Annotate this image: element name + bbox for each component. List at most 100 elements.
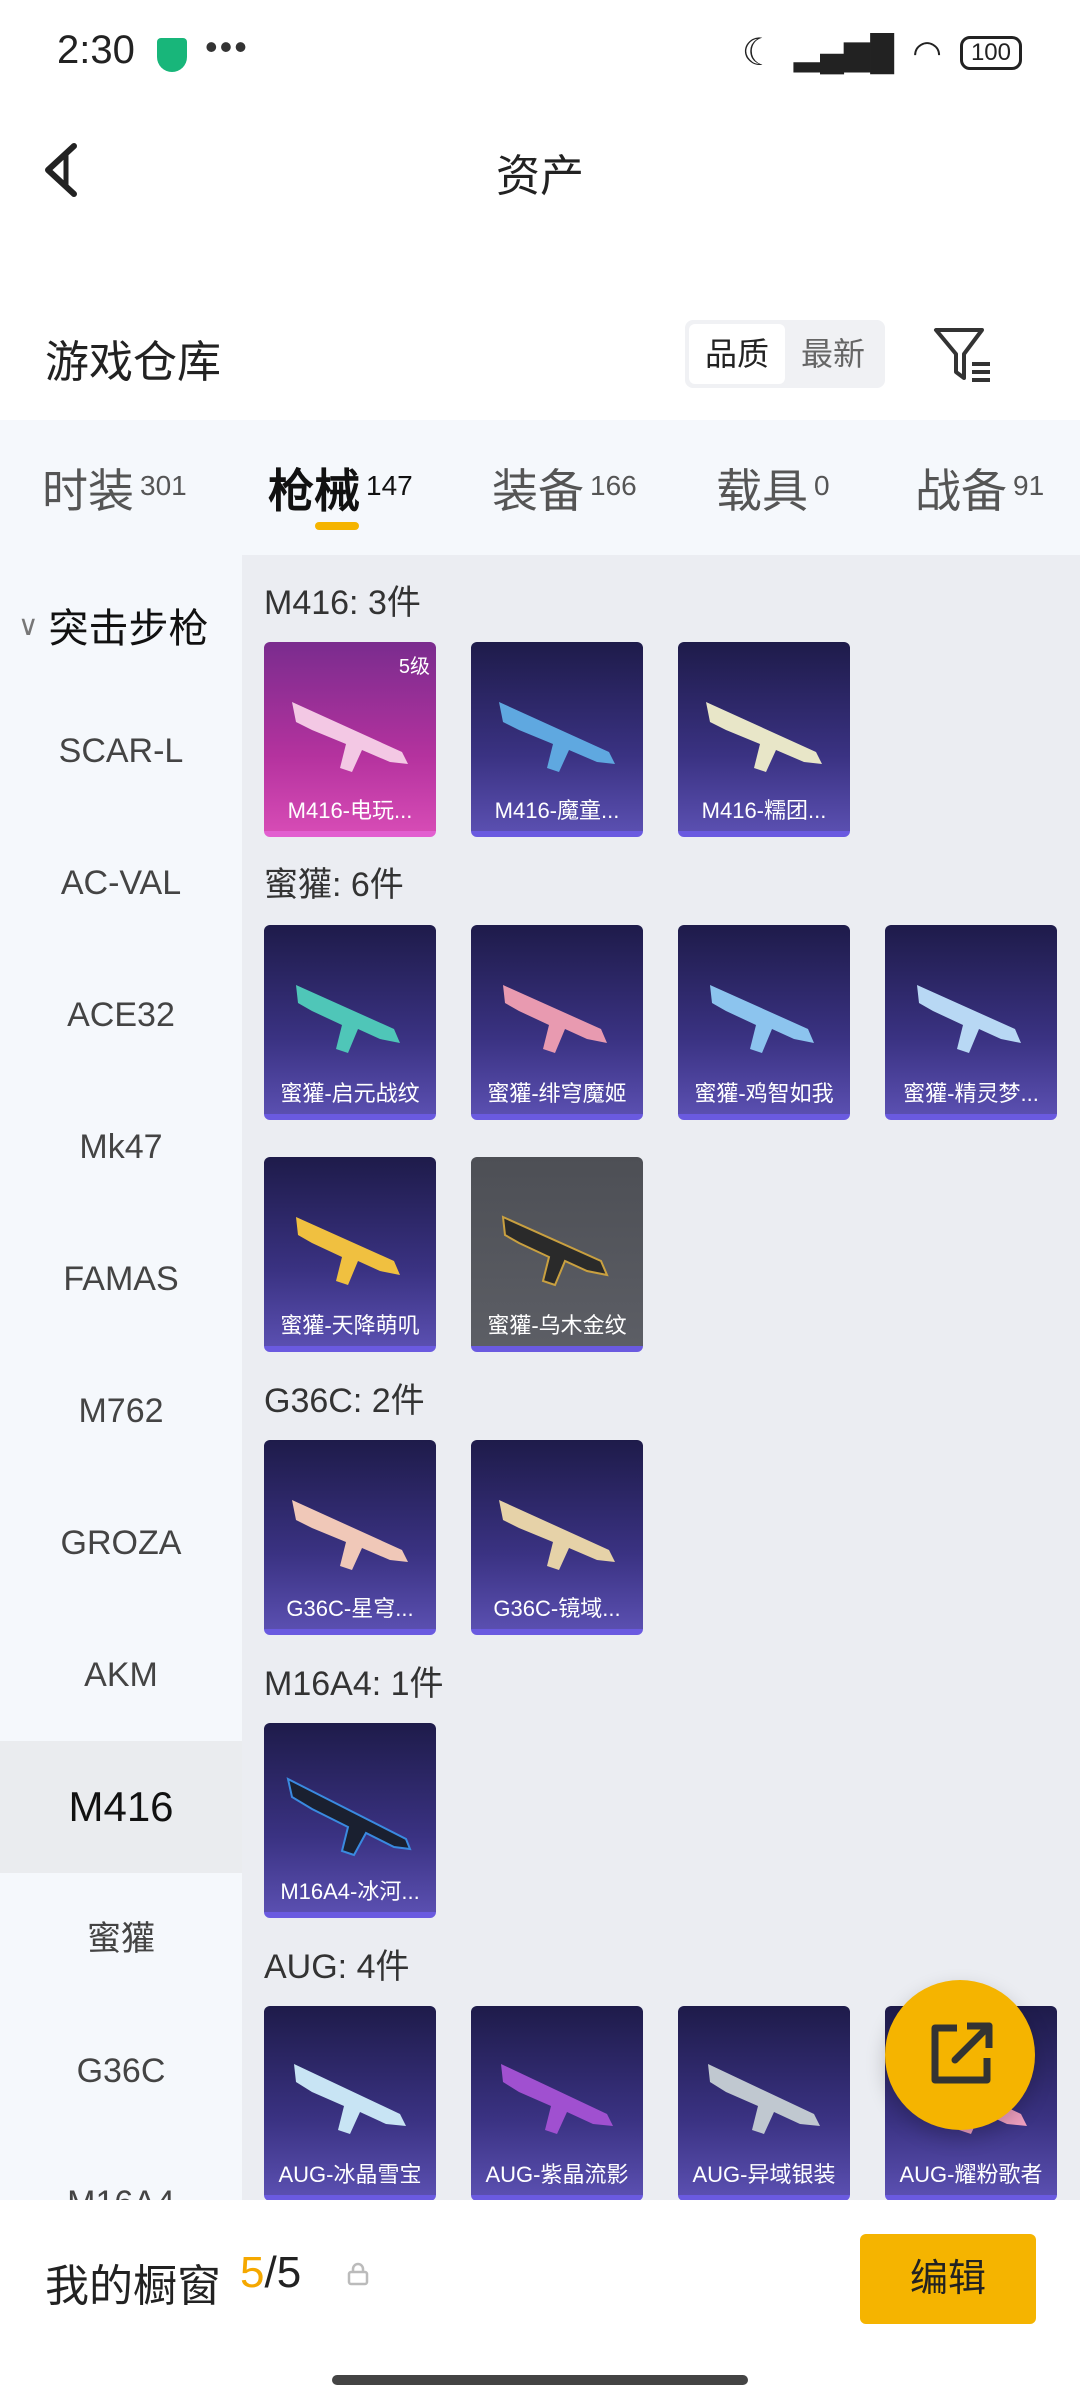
moon-icon: ☾ <box>741 32 776 74</box>
card-label: AUG-异域银装 <box>692 2162 836 2187</box>
sidebar-item-m416[interactable]: M416 <box>0 1741 242 1873</box>
card-label: 蜜獾-启元战纹 <box>280 1081 420 1106</box>
weapon-card[interactable]: AUG-异域银装 <box>678 2006 850 2200</box>
signal-icon: ▂▄▆█ <box>793 33 895 72</box>
tab-label: 载具 <box>716 465 808 517</box>
app-header: 资产 <box>0 100 1080 240</box>
status-bar: 2:30 ••• ☾ ▂▄▆█ ◠ 100 <box>0 0 1080 100</box>
card-label: AUG-冰晶雪宝 <box>278 2162 422 2187</box>
sidebar-item-m762[interactable]: M762 <box>0 1345 242 1477</box>
card-label: M416-电玩... <box>287 798 413 823</box>
weapon-card[interactable]: M416-糯团... <box>678 642 850 837</box>
tab-equipment[interactable]: 装备 166 <box>492 455 637 521</box>
rifle-icon <box>501 1215 609 1287</box>
showcase-count: 5/5 <box>240 2248 301 2298</box>
card-label: M416-糯团... <box>701 798 827 823</box>
sidebar-item-scar-l[interactable]: SCAR-L <box>0 685 242 817</box>
tab-label: 时装 <box>42 465 134 517</box>
tab-count: 301 <box>140 470 187 501</box>
rifle-icon <box>499 1500 615 1570</box>
tab-count: 0 <box>814 470 830 501</box>
share-button[interactable] <box>885 1980 1035 2130</box>
sidebar-group-assault-rifles[interactable]: ∨ 突击步枪 <box>0 585 242 665</box>
tab-count: 91 <box>1013 470 1045 501</box>
card-label: 蜜獾-绯穹魔姬 <box>487 1081 627 1106</box>
weapon-card[interactable]: 5级 M416-电玩... <box>264 642 436 837</box>
more-notifications-icon: ••• <box>205 26 249 67</box>
share-icon <box>931 2022 993 2084</box>
rifle-icon <box>296 985 400 1053</box>
tab-label: 装备 <box>492 465 584 517</box>
rifle-icon <box>296 1217 400 1285</box>
sort-toggle: 品质 最新 <box>685 320 885 388</box>
weapon-card[interactable]: 蜜獾-绯穹魔姬 <box>471 925 643 1120</box>
home-indicator[interactable] <box>332 2375 748 2385</box>
tab-supplies[interactable]: 战备 91 <box>915 455 1044 521</box>
showcase-bar: 我的橱窗 5/5 编辑 <box>0 2200 1080 2400</box>
weapon-card[interactable]: M16A4-冰河... <box>264 1723 436 1918</box>
card-label: 蜜獾-天降萌叽 <box>280 1313 420 1338</box>
showcase-current: 5 <box>240 2248 265 2297</box>
sidebar-item-g36c[interactable]: G36C <box>0 2005 242 2137</box>
rifle-icon <box>286 1777 412 1857</box>
card-label: G36C-星穹... <box>286 1596 414 1621</box>
active-tab-indicator <box>315 522 359 530</box>
card-label: AUG-耀粉歌者 <box>899 2162 1043 2187</box>
sidebar-group-label: 突击步枪 <box>48 607 209 651</box>
sort-newest[interactable]: 最新 <box>785 324 881 384</box>
tab-label: 战备 <box>915 465 1007 517</box>
card-label: AUG-紫晶流影 <box>485 2162 629 2187</box>
group-title-m16a4: M16A4: 1件 <box>264 1665 444 1703</box>
warehouse-title: 游戏仓库 <box>45 338 221 387</box>
weapon-card[interactable]: 蜜獾-启元战纹 <box>264 925 436 1120</box>
weapon-card[interactable]: M416-魔童... <box>471 642 643 837</box>
sidebar-item-mk47[interactable]: Mk47 <box>0 1081 242 1213</box>
weapon-card[interactable]: 蜜獾-鸡智如我 <box>678 925 850 1120</box>
sidebar-item-groza[interactable]: GROZA <box>0 1477 242 1609</box>
weapon-card[interactable]: 蜜獾-天降萌叽 <box>264 1157 436 1352</box>
weapon-card[interactable]: AUG-冰晶雪宝 <box>264 2006 436 2200</box>
card-label: 蜜獾-乌木金纹 <box>487 1313 627 1338</box>
weapon-card[interactable]: G36C-镜域... <box>471 1440 643 1635</box>
card-label: M416-魔童... <box>494 798 620 823</box>
card-label: M16A4-冰河... <box>280 1879 420 1904</box>
battery-icon: 100 <box>959 35 1022 70</box>
sort-quality[interactable]: 品质 <box>689 324 785 384</box>
card-label: 蜜獾-精灵梦... <box>903 1081 1039 1106</box>
rifle-icon <box>499 702 615 772</box>
tab-firearms[interactable]: 枪械 147 <box>268 455 413 521</box>
filter-icon <box>934 328 990 382</box>
wifi-icon: ◠ <box>912 33 942 72</box>
tab-fashion[interactable]: 时装 301 <box>42 455 187 521</box>
rifle-icon <box>503 985 607 1053</box>
group-title-m416: M416: 3件 <box>264 584 421 622</box>
showcase-separator: / <box>264 2248 277 2297</box>
weapon-card[interactable]: 蜜獾-精灵梦... <box>885 925 1057 1120</box>
group-title-honey-badger: 蜜獾: 6件 <box>264 866 404 904</box>
rifle-icon <box>294 2064 406 2134</box>
warehouse-header: 游戏仓库 品质 最新 <box>0 300 1080 410</box>
showcase-label: 我的橱窗 <box>45 2262 221 2311</box>
weapon-card[interactable]: 蜜獾-乌木金纹 <box>471 1157 643 1352</box>
rifle-icon <box>917 985 1021 1053</box>
weapon-card[interactable]: G36C-星穹... <box>264 1440 436 1635</box>
weapon-grid: M416: 3件 5级 M416-电玩... M416-魔童... M416-糯… <box>242 555 1080 2200</box>
tab-label: 枪械 <box>268 465 360 517</box>
sidebar-item-ac-val[interactable]: AC-VAL <box>0 817 242 949</box>
card-label: 蜜獾-鸡智如我 <box>694 1081 834 1106</box>
rifle-icon <box>710 985 814 1053</box>
sidebar-item-famas[interactable]: FAMAS <box>0 1213 242 1345</box>
sidebar-item-m16a4[interactable]: M16A4 <box>0 2137 242 2200</box>
tab-vehicles[interactable]: 载具 0 <box>716 455 830 521</box>
filter-button[interactable] <box>930 322 996 388</box>
tab-count: 166 <box>590 470 637 501</box>
edit-button[interactable]: 编辑 <box>860 2234 1036 2324</box>
card-label: G36C-镜域... <box>493 1596 621 1621</box>
sidebar-item-akm[interactable]: AKM <box>0 1609 242 1741</box>
sidebar-item-ace32[interactable]: ACE32 <box>0 949 242 1081</box>
lock-icon <box>347 2262 369 2286</box>
rifle-icon <box>706 702 822 772</box>
sidebar-item-honey-badger[interactable]: 蜜獾 <box>0 1873 242 2005</box>
tab-count: 147 <box>366 470 413 501</box>
weapon-card[interactable]: AUG-紫晶流影 <box>471 2006 643 2200</box>
